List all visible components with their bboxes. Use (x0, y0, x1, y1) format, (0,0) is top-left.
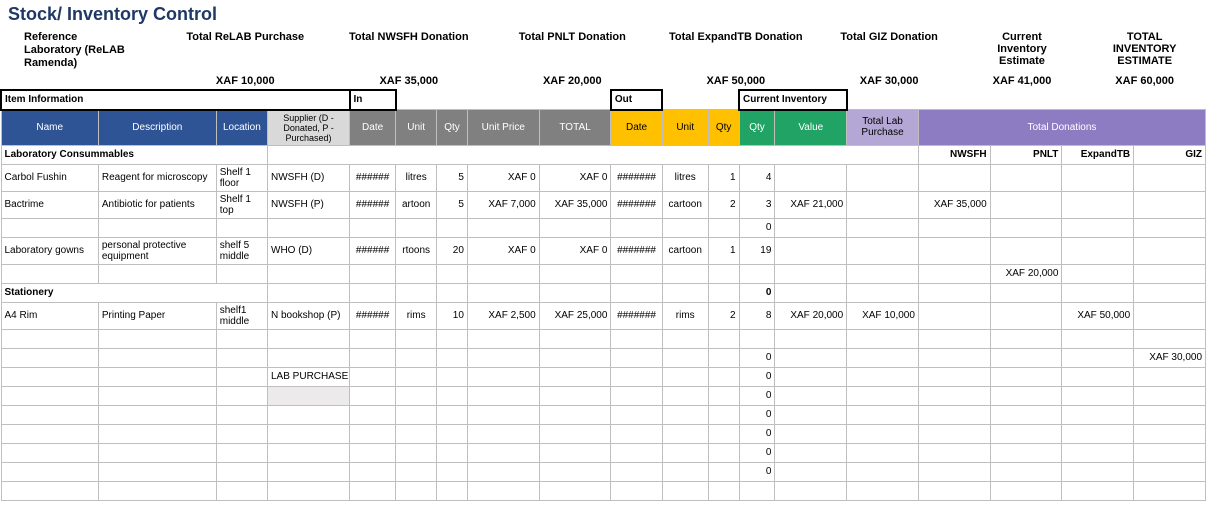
column-header-row: Name Description Location Supplier (D - … (1, 110, 1206, 146)
band-out: Out (611, 90, 662, 110)
inventory-grid: Item Information In Out Current Inventor… (0, 89, 1206, 501)
col-name: Name (1, 110, 98, 146)
category-stationery: Stationery (1, 283, 268, 302)
table-row: BactrimeAntibiotic for patients Shelf 1 … (1, 191, 1206, 218)
lab-purchase-label: LAB PURCHASE (268, 367, 350, 386)
col-total: TOTAL (539, 110, 611, 146)
org-name: Reference Laboratory (ReLAB Ramenda) (4, 31, 160, 71)
table-row: Carbol FushinReagent for microscopy Shel… (1, 164, 1206, 191)
total-giz-value: XAF 30,000 (818, 73, 961, 89)
table-row: 0 (1, 462, 1206, 481)
col-qty-out: Qty (708, 110, 739, 146)
total-expandtb-label: Total ExpandTB Donation (654, 29, 818, 73)
col-ci-value: Value (775, 110, 847, 146)
donor-giz: GIZ (1134, 145, 1206, 164)
donor-header-row: Laboratory Consummables NWSFH PNLT Expan… (1, 145, 1206, 164)
summary-header: Reference Laboratory (ReLAB Ramenda) Tot… (0, 29, 1206, 89)
cur-inv-est-label: Current Inventory Estimate (961, 29, 1084, 73)
col-qty-in: Qty (437, 110, 468, 146)
table-row: XAF 20,000 (1, 264, 1206, 283)
band-item-info: Item Information (1, 90, 350, 110)
table-row: 0 (1, 405, 1206, 424)
donor-pnlt: PNLT (990, 145, 1062, 164)
col-unit-out: Unit (662, 110, 708, 146)
category-consumables: Laboratory Consummables (1, 145, 268, 164)
table-row: 0 (1, 218, 1206, 237)
total-relab-label: Total ReLAB Purchase (164, 29, 328, 73)
col-supplier: Supplier (D - Donated, P - Purchased) (268, 110, 350, 146)
table-row: 0 (1, 443, 1206, 462)
category-stationery-row: Stationery 0 (1, 283, 1206, 302)
band-current-inventory: Current Inventory (739, 90, 847, 110)
col-location: Location (216, 110, 267, 146)
col-lab-purchase: Total Lab Purchase (847, 110, 919, 146)
band-row: Item Information In Out Current Inventor… (1, 90, 1206, 110)
total-inv-est-label: TOTAL INVENTORY ESTIMATE (1083, 29, 1206, 73)
donor-expand: ExpandTB (1062, 145, 1134, 164)
total-relab-value: XAF 10,000 (164, 73, 328, 89)
total-inv-est-value: XAF 60,000 (1083, 73, 1206, 89)
total-giz-label: Total GIZ Donation (818, 29, 961, 73)
total-nwsfh-label: Total NWSFH Donation (327, 29, 491, 73)
col-date-out: Date (611, 110, 662, 146)
col-total-donations: Total Donations (918, 110, 1205, 146)
table-row: 0 (1, 424, 1206, 443)
col-description: Description (98, 110, 216, 146)
total-expandtb-value: XAF 50,000 (654, 73, 818, 89)
table-row: A4 RimPrinting Paper shelf1 middleN book… (1, 302, 1206, 329)
col-unit-in: Unit (396, 110, 437, 146)
col-unit-price: Unit Price (467, 110, 539, 146)
page-title: Stock/ Inventory Control (0, 0, 1206, 29)
table-row: Laboratory gownspersonal protective equi… (1, 237, 1206, 264)
table-row: 0 XAF 30,000 (1, 348, 1206, 367)
col-ci-qty: Qty (739, 110, 775, 146)
band-in: In (350, 90, 396, 110)
donor-nwsfh: NWSFH (918, 145, 990, 164)
cur-inv-est-value: XAF 41,000 (961, 73, 1084, 89)
total-nwsfh-value: XAF 35,000 (327, 73, 491, 89)
table-row (1, 481, 1206, 500)
total-pnlt-label: Total PNLT Donation (491, 29, 655, 73)
total-pnlt-value: XAF 20,000 (491, 73, 655, 89)
table-row (1, 329, 1206, 348)
lab-purchase-row: LAB PURCHASE 0 (1, 367, 1206, 386)
col-date-in: Date (350, 110, 396, 146)
table-row: 0 (1, 386, 1206, 405)
